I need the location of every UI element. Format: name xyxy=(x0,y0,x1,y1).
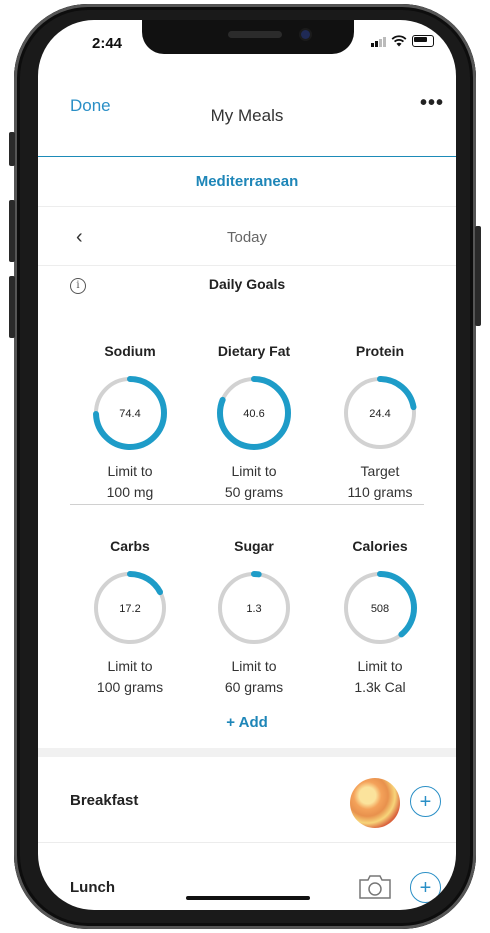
volume-up-button xyxy=(9,200,15,262)
header-divider xyxy=(38,156,456,157)
mute-switch xyxy=(9,132,15,166)
goal-value: 17.2 xyxy=(119,603,140,615)
goal-value: 508 xyxy=(371,603,389,615)
goal-card[interactable]: Carbs 17.2 Limit to 100 grams xyxy=(70,538,190,698)
date-label: Today xyxy=(226,229,268,246)
add-breakfast-button[interactable]: + xyxy=(410,786,441,817)
goal-card[interactable]: Calories 508 Limit to 1.3k Cal xyxy=(320,538,440,698)
divider xyxy=(38,265,456,266)
goal-card[interactable]: Dietary Fat 40.6 Limit to 50 grams xyxy=(194,343,314,503)
goal-card[interactable]: Sodium 74.4 Limit to 100 mg xyxy=(70,343,190,503)
progress-ring: 24.4 xyxy=(343,376,417,450)
meal-photo[interactable] xyxy=(350,778,400,828)
add-lunch-button[interactable]: + xyxy=(410,872,441,903)
more-icon[interactable]: ••• xyxy=(420,92,444,115)
progress-ring: 508 xyxy=(343,571,417,645)
goal-name: Protein xyxy=(355,343,405,359)
goal-name: Sodium xyxy=(104,343,156,359)
goal-label: Limit to 50 grams xyxy=(224,463,284,500)
power-button xyxy=(475,226,481,326)
progress-ring: 40.6 xyxy=(217,376,291,450)
progress-ring: 17.2 xyxy=(93,571,167,645)
wifi-icon xyxy=(391,35,407,47)
daily-goals-title: Daily Goals xyxy=(208,276,286,292)
goal-name: Carbs xyxy=(110,538,150,554)
volume-down-button xyxy=(9,276,15,338)
goal-name: Calories xyxy=(352,538,408,554)
notch xyxy=(142,20,354,54)
goal-label: Limit to 100 mg xyxy=(106,463,154,500)
goal-value: 74.4 xyxy=(119,408,140,420)
status-icons xyxy=(371,35,434,47)
meal-divider xyxy=(38,842,456,843)
goal-label: Limit to 100 grams xyxy=(96,658,164,695)
progress-ring: 1.3 xyxy=(217,571,291,645)
camera-icon[interactable] xyxy=(358,874,392,900)
section-band xyxy=(38,748,456,757)
speaker xyxy=(228,31,282,38)
divider xyxy=(38,206,456,207)
status-time: 2:44 xyxy=(92,35,123,52)
meal-lunch-label[interactable]: Lunch xyxy=(70,879,115,896)
goal-value: 1.3 xyxy=(246,603,261,615)
goal-name: Sugar xyxy=(234,538,274,554)
signal-icon xyxy=(371,36,386,47)
tab-mediterranean[interactable]: Mediterranean xyxy=(38,173,456,190)
add-goal-button[interactable]: + Add xyxy=(38,714,456,731)
page-title: My Meals xyxy=(210,106,284,125)
front-camera xyxy=(301,30,310,39)
goal-value: 40.6 xyxy=(243,408,264,420)
goals-divider xyxy=(70,504,424,505)
goal-label: Limit to 60 grams xyxy=(224,658,284,695)
goal-label: Target 110 grams xyxy=(347,463,413,500)
goal-value: 24.4 xyxy=(369,408,390,420)
battery-icon xyxy=(412,35,434,47)
home-indicator xyxy=(186,896,310,900)
progress-ring: 74.4 xyxy=(93,376,167,450)
app-screen: 2:44 Done My Meals ••• Mediterranean ‹ T… xyxy=(38,20,456,910)
goal-card[interactable]: Protein 24.4 Target 110 grams xyxy=(320,343,440,503)
goal-label: Limit to 1.3k Cal xyxy=(354,658,406,695)
goal-name: Dietary Fat xyxy=(217,343,291,359)
meal-breakfast-label[interactable]: Breakfast xyxy=(70,792,138,809)
goal-card[interactable]: Sugar 1.3 Limit to 60 grams xyxy=(194,538,314,698)
